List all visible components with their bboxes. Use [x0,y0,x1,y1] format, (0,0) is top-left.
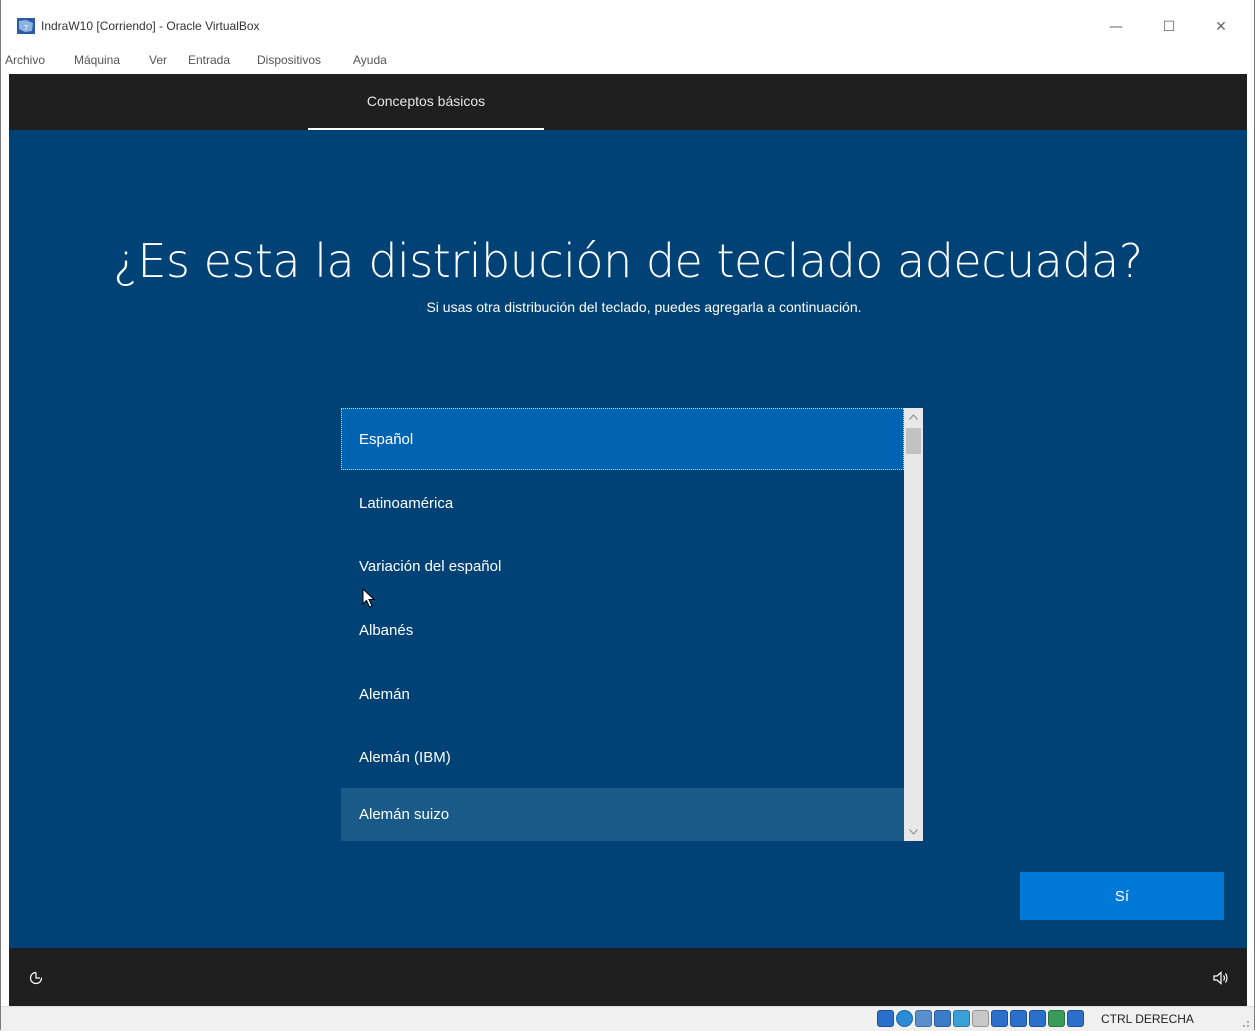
shared-folders-icon[interactable] [972,1010,989,1027]
audio-icon[interactable] [915,1010,932,1027]
mouse-integration-icon[interactable] [1048,1010,1065,1027]
menu-maquina[interactable]: Máquina [74,53,120,67]
recording-icon[interactable] [1010,1010,1027,1027]
vm-status-bar: CTRL DERECHA [1,1006,1254,1031]
close-icon: ✕ [1215,19,1227,35]
scroll-down-arrow-icon[interactable] [904,823,923,841]
list-scrollbar[interactable] [904,408,923,841]
maximize-icon: ☐ [1162,19,1176,35]
title-bar[interactable]: 7 IndraW10 [Corriendo] - Oracle VirtualB… [1,0,1254,46]
host-key-label: CTRL DERECHA [1101,1012,1194,1026]
tab-label: Conceptos básicos [366,93,486,109]
list-item-latinoamerica[interactable]: Latinoamérica [341,472,904,534]
network-icon[interactable] [934,1010,951,1027]
optical-drive-icon[interactable] [896,1010,913,1027]
hard-disk-icon[interactable] [877,1010,894,1027]
status-icons [877,1010,1084,1027]
list-item-variacion-del-espanol[interactable]: Variación del español [341,535,904,597]
window-title: IndraW10 [Corriendo] - Oracle VirtualBox [41,19,260,33]
page-title: ¿Es esta la distribución de teclado adec… [113,234,1143,288]
list-item-albanes[interactable]: Albanés [341,599,904,661]
minimize-button[interactable]: — [1096,12,1136,42]
close-button[interactable]: ✕ [1201,12,1241,42]
scroll-up-arrow-icon[interactable] [904,408,923,426]
tab-conceptos-basicos: Conceptos básicos [308,74,544,130]
svg-text:7: 7 [24,24,28,32]
maximize-button[interactable]: ☐ [1149,12,1189,42]
yes-button[interactable]: Sí [1020,872,1224,920]
cpu-icon[interactable] [1029,1010,1046,1027]
menu-ayuda[interactable]: Ayuda [353,53,387,67]
volume-icon[interactable] [1213,970,1229,986]
menu-dispositivos[interactable]: Dispositivos [257,53,321,67]
usb-icon[interactable] [953,1010,970,1027]
tab-underline [308,128,544,130]
virtualbox-app-icon: 7 [17,18,35,34]
mouse-pointer-icon [362,588,376,608]
ease-of-access-icon[interactable] [29,970,45,986]
page-subtitle: Si usas otra distribución del teclado, p… [426,299,862,315]
resize-grip-icon[interactable] [1240,1018,1250,1028]
scroll-thumb[interactable] [906,428,921,454]
host-key-icon[interactable] [1067,1010,1084,1027]
menu-bar: Archivo Máquina Ver Entrada Dispositivos… [1,46,1254,72]
menu-archivo[interactable]: Archivo [5,53,45,67]
list-item-aleman-ibm[interactable]: Alemán (IBM) [341,726,904,788]
display-icon[interactable] [991,1010,1008,1027]
keyboard-layout-list[interactable]: Español Latinoamérica Variación del espa… [341,408,923,841]
vm-display[interactable]: Conceptos básicos ¿Es esta la distribuci… [9,74,1247,1006]
oobe-bottom-bar [9,948,1247,1006]
menu-ver[interactable]: Ver [149,53,167,67]
minimize-icon: — [1109,19,1123,35]
oobe-top-bar: Conceptos básicos [9,74,1247,130]
list-item-aleman[interactable]: Alemán [341,663,904,725]
virtualbox-window: 7 IndraW10 [Corriendo] - Oracle VirtualB… [0,0,1255,1031]
list-item-espanol[interactable]: Español [341,408,904,470]
list-item-aleman-suizo[interactable]: Alemán suizo [341,788,904,841]
menu-entrada[interactable]: Entrada [188,53,230,67]
